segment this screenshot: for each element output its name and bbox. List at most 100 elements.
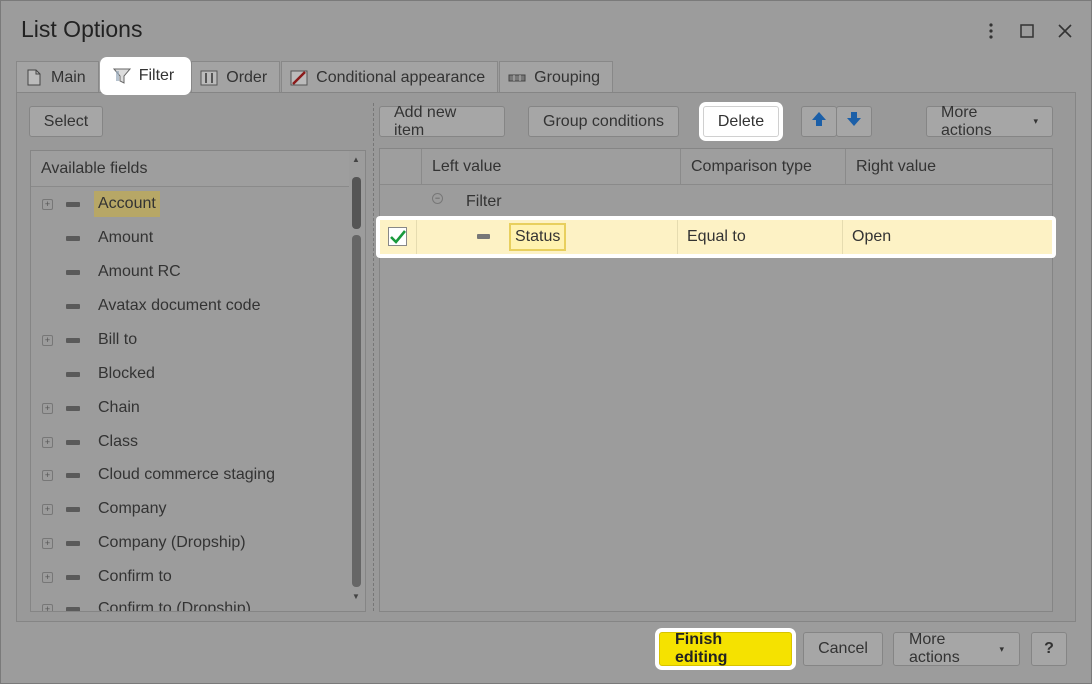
field-item-class[interactable]: + Class (31, 427, 351, 457)
field-label: Amount RC (98, 263, 181, 280)
more-actions-label: More actions (941, 103, 992, 139)
field-icon (66, 606, 80, 611)
field-icon (66, 506, 80, 512)
expand-icon[interactable]: + (42, 469, 53, 481)
expand-icon[interactable]: + (42, 503, 53, 515)
scroll-track[interactable] (352, 235, 361, 587)
more-vertical-icon[interactable] (979, 19, 1003, 43)
field-label: Confirm to (98, 568, 172, 585)
field-item-account[interactable]: + Account (31, 189, 351, 219)
grid-header: Left value Comparison type Right value (380, 149, 1052, 185)
select-button[interactable]: Select (29, 106, 103, 137)
document-icon (25, 69, 43, 87)
field-icon (66, 472, 80, 478)
field-item-confirm-to[interactable]: + Confirm to (31, 562, 351, 592)
selected-row-background: Status Equal to Open (380, 220, 1052, 254)
filter-root-row[interactable]: − Filter (380, 185, 1052, 219)
panel-splitter[interactable] (373, 103, 374, 611)
field-item-amount[interactable]: Amount (31, 223, 351, 253)
close-icon[interactable] (1053, 19, 1077, 43)
expand-icon[interactable]: + (42, 603, 53, 611)
available-fields-header: Available fields (31, 151, 349, 187)
group-conditions-button[interactable]: Group conditions (528, 106, 679, 137)
field-icon (66, 574, 80, 580)
tab-order[interactable]: Order (191, 61, 281, 93)
scroll-up-arrow-icon[interactable]: ▲ (351, 155, 361, 164)
field-icon (66, 439, 80, 445)
expand-icon[interactable]: + (42, 537, 53, 549)
scroll-thumb[interactable] (352, 177, 361, 229)
row-divider (677, 220, 678, 254)
tab-main-label: Main (51, 68, 86, 86)
column-header-comparison-type[interactable]: Comparison type (681, 149, 846, 185)
tab-conditional-appearance[interactable]: Conditional appearance (281, 61, 499, 93)
arrow-up-icon (811, 111, 827, 132)
field-label: Bill to (98, 331, 138, 348)
field-item-company[interactable]: + Company (31, 494, 351, 524)
field-item-amount-rc[interactable]: Amount RC (31, 257, 351, 287)
finish-editing-button[interactable]: Finish editing (659, 631, 792, 666)
check-icon (389, 229, 406, 244)
expand-icon[interactable]: + (42, 571, 53, 583)
row-enabled-checkbox[interactable] (388, 227, 407, 246)
filter-tab-content: Select Available fields + Account Amount… (16, 92, 1076, 622)
field-item-chain[interactable]: + Chain (31, 393, 351, 423)
column-header-left-value[interactable]: Left value (422, 149, 681, 185)
help-button[interactable]: ? (1031, 632, 1067, 666)
field-icon (66, 303, 80, 309)
move-down-button[interactable] (836, 106, 872, 137)
field-label: Confirm to (Dropship) (98, 600, 251, 612)
column-header-right-value[interactable]: Right value (846, 149, 1052, 185)
table-row[interactable]: Status Equal to Open (376, 216, 1056, 258)
scroll-down-arrow-icon[interactable]: ▼ (351, 592, 361, 601)
footer-more-actions-label: More actions (909, 631, 960, 666)
field-icon (477, 234, 490, 239)
left-value-cell[interactable]: Status (509, 223, 567, 251)
expand-icon[interactable]: + (42, 436, 53, 448)
more-actions-button[interactable]: More actions ▾ (926, 103, 1053, 139)
column-header-checkbox (380, 149, 422, 185)
field-label: Amount (98, 229, 154, 246)
chevron-down-icon: ▾ (1033, 116, 1038, 126)
expand-icon[interactable]: + (42, 334, 53, 346)
tab-grouping-label: Grouping (534, 68, 600, 86)
conditional-appearance-icon (290, 69, 308, 87)
field-item-confirm-to-dropship[interactable]: + Confirm to (Dropship) (31, 594, 351, 612)
field-item-blocked[interactable]: Blocked (31, 359, 351, 389)
maximize-icon[interactable] (1015, 19, 1039, 43)
tab-bar: Main Filter Order Conditional appearance… (16, 61, 614, 93)
field-icon (66, 540, 80, 546)
expand-icon[interactable]: + (42, 198, 53, 210)
field-label: Blocked (98, 365, 155, 382)
comparison-type-cell[interactable]: Equal to (687, 228, 746, 246)
grouping-icon (508, 69, 526, 87)
field-icon (66, 371, 80, 377)
field-item-avatax-document-code[interactable]: Avatax document code (31, 291, 351, 321)
expand-icon[interactable]: + (42, 402, 53, 414)
field-label: Account (94, 191, 160, 217)
dialog-title: List Options (21, 16, 143, 42)
field-label: Company (Dropship) (98, 534, 246, 551)
arrow-down-icon (846, 111, 862, 132)
field-icon (66, 235, 80, 241)
footer-more-actions-button[interactable]: More actions ▾ (893, 631, 1020, 666)
cancel-button[interactable]: Cancel (803, 632, 883, 666)
tab-filter[interactable]: Filter (103, 61, 188, 91)
add-new-item-button[interactable]: Add new item (379, 104, 505, 139)
tab-main[interactable]: Main (16, 61, 99, 93)
filter-icon (112, 67, 131, 85)
fields-scrollbar[interactable]: ▲ ▼ (351, 155, 361, 605)
field-label: Cloud commerce staging (98, 466, 275, 483)
collapse-icon[interactable]: − (432, 193, 443, 204)
move-up-button[interactable] (801, 106, 837, 137)
tab-grouping[interactable]: Grouping (499, 61, 613, 93)
delete-button[interactable]: Delete (703, 106, 779, 137)
field-item-bill-to[interactable]: + Bill to (31, 325, 351, 355)
field-item-company-dropship[interactable]: + Company (Dropship) (31, 528, 351, 558)
field-icon (66, 337, 80, 343)
field-label: Chain (98, 399, 140, 416)
right-value-cell[interactable]: Open (852, 228, 891, 246)
sort-icon (200, 69, 218, 87)
field-label: Class (98, 433, 139, 450)
field-item-cloud-commerce-staging[interactable]: + Cloud commerce staging (31, 460, 351, 490)
